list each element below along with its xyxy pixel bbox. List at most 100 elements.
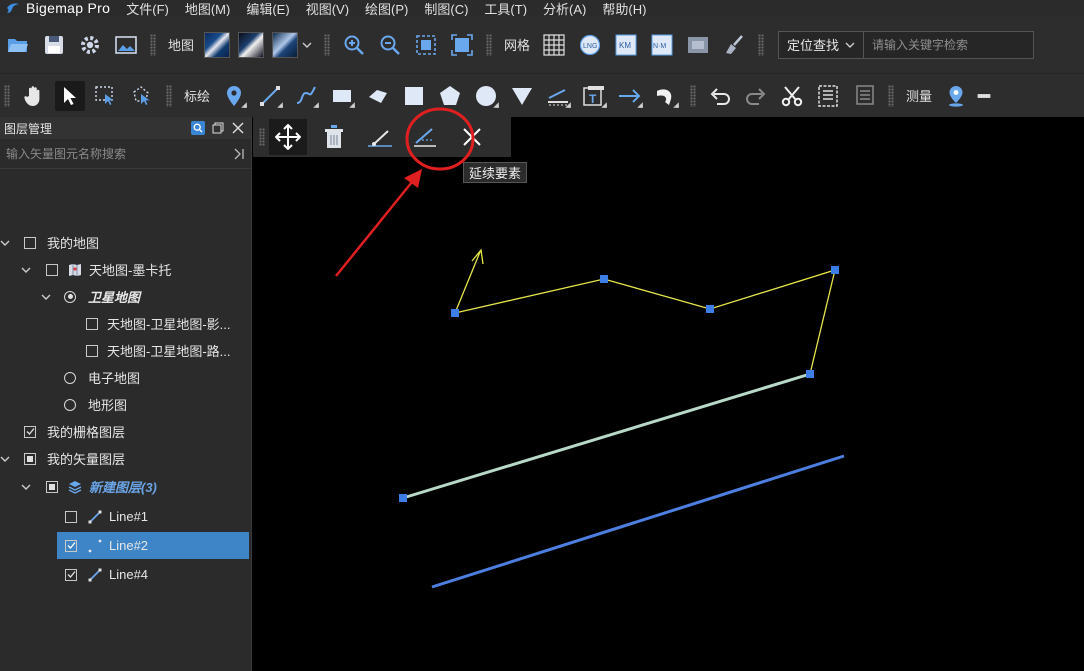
- tree-row-vector-layers[interactable]: 我的矢量图层: [0, 445, 252, 472]
- draw-sector-button[interactable]: [507, 81, 537, 111]
- draw-arrow-shape-button[interactable]: [363, 81, 393, 111]
- chevron-down-icon[interactable]: [21, 482, 31, 492]
- open-button[interactable]: [3, 30, 33, 60]
- chevron-down-icon[interactable]: [21, 265, 31, 275]
- menu-tools[interactable]: 工具(T): [482, 0, 529, 18]
- redo-button[interactable]: [741, 81, 771, 111]
- vertex-handle[interactable]: [451, 309, 459, 317]
- measure-distance-button[interactable]: [977, 81, 991, 111]
- tree-row-my-map[interactable]: 我的地图: [0, 229, 252, 256]
- vertex-handle[interactable]: [600, 275, 608, 283]
- tree-row-raster-layers[interactable]: 我的栅格图层: [0, 418, 252, 445]
- menu-draw[interactable]: 绘图(P): [363, 0, 410, 18]
- vertex-handle[interactable]: [806, 370, 814, 378]
- toolbar-grip[interactable]: [150, 33, 156, 56]
- checkbox-checked[interactable]: [65, 568, 77, 581]
- clear-button[interactable]: [719, 30, 749, 60]
- tree-row-electronic-map[interactable]: 电子地图: [0, 364, 252, 391]
- checkbox[interactable]: [86, 317, 98, 330]
- toolbar-grip[interactable]: [486, 33, 493, 56]
- lnglat-grid-button[interactable]: LNG: [575, 30, 605, 60]
- tree-row-satellite-image[interactable]: 天地图-卫星地图-影...: [0, 310, 252, 337]
- collapse-right-icon[interactable]: [233, 148, 245, 160]
- text-label-button[interactable]: T: [579, 81, 609, 111]
- draw-square-button[interactable]: [399, 81, 429, 111]
- nm-grid-button[interactable]: N·M: [647, 30, 677, 60]
- toolbar-grip[interactable]: [259, 128, 265, 146]
- satellite-map-thumb[interactable]: [204, 31, 231, 58]
- pan-button[interactable]: [19, 81, 49, 111]
- toolbar-grip[interactable]: [888, 84, 895, 107]
- vertex-handle[interactable]: [706, 305, 714, 313]
- vertex-handle[interactable]: [399, 494, 407, 502]
- map-sheet-button[interactable]: [683, 30, 713, 60]
- curved-arrow-button[interactable]: [651, 81, 681, 111]
- cut-button[interactable]: [777, 81, 807, 111]
- tree-row-terrain-map[interactable]: 地形图: [0, 391, 252, 418]
- document-button[interactable]: [849, 81, 879, 111]
- checkbox-checked[interactable]: [24, 425, 36, 438]
- float-window-icon[interactable]: [211, 121, 225, 135]
- locate-dropdown[interactable]: 定位查找: [779, 31, 865, 58]
- chevron-down-icon[interactable]: [302, 40, 312, 50]
- draw-point-button[interactable]: [219, 81, 249, 111]
- tree-row-line1[interactable]: Line#1: [0, 503, 252, 530]
- draw-line-button[interactable]: [255, 81, 285, 111]
- edit-vertices-button[interactable]: [361, 119, 399, 155]
- chevron-down-icon[interactable]: [41, 292, 51, 302]
- tree-row-line2[interactable]: Line#2: [57, 532, 249, 559]
- vertex-handle[interactable]: [831, 266, 839, 274]
- checkbox[interactable]: [24, 236, 36, 249]
- arrow-button[interactable]: [615, 81, 645, 111]
- tree-row-new-layer[interactable]: 新建图层(3): [0, 473, 252, 500]
- toolbar-grip[interactable]: [166, 84, 172, 107]
- undo-button[interactable]: [705, 81, 735, 111]
- checkbox[interactable]: [86, 344, 98, 357]
- measure-height-button[interactable]: [543, 81, 573, 111]
- draw-circle-button[interactable]: [471, 81, 501, 111]
- menu-file[interactable]: 文件(F): [124, 0, 171, 18]
- draw-polygon-button[interactable]: [435, 81, 465, 111]
- menu-edit[interactable]: 编辑(E): [244, 0, 291, 18]
- close-edit-button[interactable]: [453, 119, 491, 155]
- radio-button[interactable]: [64, 290, 76, 303]
- tree-row-satellite-road[interactable]: 天地图-卫星地图-路...: [0, 337, 252, 364]
- tree-row-tianditu-mercator[interactable]: 天地图-墨卡托: [0, 256, 252, 283]
- layer-search-input[interactable]: [6, 146, 233, 161]
- move-feature-button[interactable]: [269, 119, 307, 155]
- line-feature-green[interactable]: [402, 372, 811, 500]
- radio-button[interactable]: [64, 398, 76, 411]
- menu-cartography[interactable]: 制图(C): [422, 0, 470, 18]
- chevron-down-icon[interactable]: [0, 454, 10, 464]
- draw-rectangle-button[interactable]: [327, 81, 357, 111]
- menu-analysis[interactable]: 分析(A): [541, 0, 588, 18]
- hybrid-map-thumb[interactable]: [272, 31, 299, 58]
- polygon-select-button[interactable]: [127, 81, 157, 111]
- select-button[interactable]: [55, 80, 85, 111]
- toolbar-grip[interactable]: [690, 84, 697, 107]
- map-canvas[interactable]: [253, 157, 1084, 671]
- menu-view[interactable]: 视图(V): [304, 0, 351, 18]
- full-extent-button[interactable]: [447, 30, 477, 60]
- tree-row-satellite-map[interactable]: 卫星地图: [0, 283, 252, 310]
- draw-curve-button[interactable]: [291, 81, 321, 111]
- save-button[interactable]: [39, 30, 69, 60]
- box-select-button[interactable]: [91, 81, 121, 111]
- night-map-thumb[interactable]: [238, 31, 265, 58]
- km-grid-button[interactable]: KM: [611, 30, 641, 60]
- menu-help[interactable]: 帮助(H): [600, 0, 648, 18]
- toolbar-grip[interactable]: [758, 33, 765, 56]
- menu-map[interactable]: 地图(M): [183, 0, 233, 18]
- zoom-extent-button[interactable]: [411, 30, 441, 60]
- checkbox-checked[interactable]: [65, 539, 77, 552]
- tree-row-line4[interactable]: Line#4: [0, 561, 252, 588]
- search-icon[interactable]: [191, 121, 205, 135]
- checkbox[interactable]: [46, 263, 58, 276]
- checkbox-partial[interactable]: [24, 452, 36, 465]
- keyword-search-input[interactable]: [864, 37, 1035, 52]
- measure-point-button[interactable]: [941, 81, 971, 111]
- zoom-out-button[interactable]: [375, 30, 405, 60]
- zoom-in-button[interactable]: [339, 30, 369, 60]
- chevron-down-icon[interactable]: [0, 238, 10, 248]
- toolbar-grip[interactable]: [4, 84, 10, 107]
